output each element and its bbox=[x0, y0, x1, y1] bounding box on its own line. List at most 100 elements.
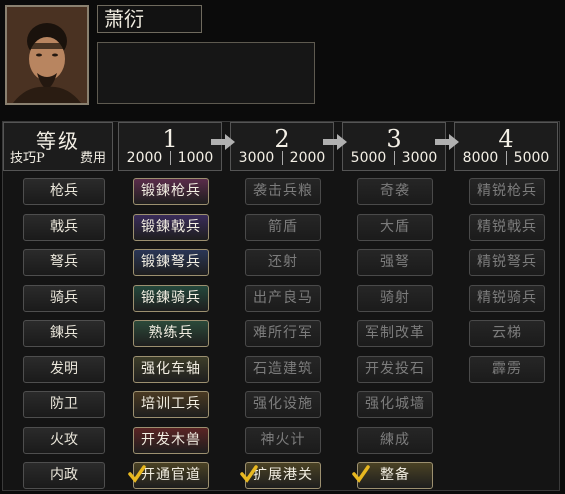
tech-label: 强弩 bbox=[380, 254, 410, 270]
tech-button[interactable]: 精锐骑兵 bbox=[469, 284, 545, 312]
tech-label: 强化城墙 bbox=[365, 396, 425, 412]
tech-button[interactable]: 練成 bbox=[357, 426, 433, 454]
tech-button[interactable]: 开发木兽 bbox=[133, 426, 209, 454]
category-label: 鍊兵 bbox=[23, 320, 105, 347]
tech-label: 开通官道 bbox=[141, 467, 201, 483]
category-label: 戟兵 bbox=[23, 213, 105, 241]
tech-row: 弩兵 锻鍊弩兵 还射 强弩 精锐弩兵 bbox=[3, 245, 559, 281]
tech-button[interactable]: 还射 bbox=[245, 249, 321, 276]
tech-label: 石造建筑 bbox=[253, 360, 313, 377]
tech-button[interactable]: 石造建筑 bbox=[245, 355, 321, 383]
tech-button[interactable]: 难所行军 bbox=[245, 320, 321, 347]
tech-label: 奇袭 bbox=[380, 183, 410, 199]
category-label: 枪兵 bbox=[23, 178, 105, 205]
tech-button[interactable]: 锻鍊弩兵 bbox=[133, 249, 209, 276]
tech-button[interactable]: 开发投石 bbox=[357, 355, 433, 383]
tech-button[interactable]: 扩展港关 bbox=[240, 462, 321, 489]
cost-label: 费用 bbox=[79, 151, 106, 166]
tech-button[interactable]: 出产良马 bbox=[245, 284, 321, 312]
tech-button[interactable]: 云梯 bbox=[469, 320, 545, 347]
tech-label: 熟练兵 bbox=[148, 325, 194, 341]
tech-button[interactable]: 奇袭 bbox=[357, 178, 433, 205]
tech-button[interactable]: 神火计 bbox=[245, 426, 321, 454]
tech-label: 箭盾 bbox=[268, 218, 298, 235]
tech-button[interactable]: 精锐弩兵 bbox=[469, 249, 545, 276]
checkmark-icon bbox=[352, 465, 370, 483]
general-portrait bbox=[5, 5, 89, 105]
tech-label: 骑射 bbox=[380, 289, 410, 306]
level-number: 2 bbox=[274, 125, 290, 153]
tech-button[interactable]: 熟练兵 bbox=[133, 320, 209, 347]
tech-button[interactable]: 箭盾 bbox=[245, 213, 321, 241]
tech-label: 强化车轴 bbox=[141, 360, 201, 377]
tech-label: 出产良马 bbox=[253, 289, 313, 306]
tech-table: 等级 技巧P 费用 1 2000 1000 2 3000 2000 3 5000 30… bbox=[2, 121, 560, 491]
tech-row: 发明 强化车轴 石造建筑 开发投石 霹雳 bbox=[3, 352, 559, 388]
tech-label: 锻鍊戟兵 bbox=[141, 218, 201, 235]
tech-button[interactable]: 强化车轴 bbox=[133, 355, 209, 383]
tech-label: 开发木兽 bbox=[141, 431, 201, 448]
tech-button[interactable]: 精锐戟兵 bbox=[469, 213, 545, 241]
tech-label: 神火计 bbox=[260, 431, 306, 448]
level-header: 等级 技巧P 费用 bbox=[3, 122, 113, 171]
tech-cost: 8000 bbox=[462, 150, 499, 166]
tech-button[interactable]: 袭击兵粮 bbox=[245, 178, 321, 205]
tech-label: 精锐枪兵 bbox=[477, 183, 537, 199]
tech-row: 戟兵 锻鍊戟兵 箭盾 大盾 精锐戟兵 bbox=[3, 210, 559, 246]
tech-button[interactable]: 强弩 bbox=[357, 249, 433, 276]
gold-cost: 1000 bbox=[177, 150, 214, 166]
tech-label: 难所行军 bbox=[253, 325, 313, 341]
tech-button[interactable]: 开通官道 bbox=[128, 462, 209, 489]
tech-label: 霹雳 bbox=[492, 360, 522, 377]
tech-label: 精锐弩兵 bbox=[477, 254, 537, 270]
tech-button[interactable]: 骑射 bbox=[357, 284, 433, 312]
checkmark-icon bbox=[128, 465, 146, 483]
tech-label: 军制改革 bbox=[365, 325, 425, 341]
tech-button[interactable]: 军制改革 bbox=[357, 320, 433, 347]
tech-label: 練成 bbox=[380, 431, 410, 448]
tech-button[interactable]: 整备 bbox=[352, 462, 433, 489]
tech-row: 骑兵 锻鍊骑兵 出产良马 骑射 精锐骑兵 bbox=[3, 281, 559, 317]
checkmark-icon bbox=[240, 465, 258, 483]
tech-row: 火攻 开发木兽 神火计 練成 bbox=[3, 423, 559, 459]
tech-row: 防卫 培训工兵 强化设施 强化城墙 bbox=[3, 387, 559, 423]
tech-label: 锻鍊骑兵 bbox=[141, 289, 201, 306]
tech-label: 开发投石 bbox=[365, 360, 425, 377]
tech-label: 强化设施 bbox=[253, 396, 313, 412]
tech-button[interactable]: 大盾 bbox=[357, 213, 433, 241]
tech-label: 大盾 bbox=[380, 218, 410, 235]
category-label: 发明 bbox=[23, 355, 105, 383]
category-label: 防卫 bbox=[23, 391, 105, 418]
category-label: 火攻 bbox=[23, 426, 105, 454]
level-4-header: 4 8000 5000 bbox=[454, 122, 558, 171]
tech-label: 锻鍊弩兵 bbox=[141, 254, 201, 270]
tech-row: 内政 开通官道 扩展港关 整备 bbox=[3, 458, 559, 494]
tech-row: 枪兵 锻鍊枪兵 袭击兵粮 奇袭 精锐枪兵 bbox=[3, 174, 559, 210]
tech-label: 培训工兵 bbox=[141, 396, 201, 412]
tech-button[interactable]: 锻鍊枪兵 bbox=[133, 178, 209, 205]
tech-button[interactable]: 强化设施 bbox=[245, 391, 321, 418]
gold-cost: 3000 bbox=[401, 150, 438, 166]
tech-button[interactable]: 强化城墙 bbox=[357, 391, 433, 418]
tech-button[interactable]: 精锐枪兵 bbox=[469, 178, 545, 205]
tech-label: 整备 bbox=[380, 467, 410, 483]
portrait-image bbox=[7, 7, 87, 103]
tech-button[interactable]: 锻鍊戟兵 bbox=[133, 213, 209, 241]
category-label: 弩兵 bbox=[23, 249, 105, 276]
tech-label: 精锐骑兵 bbox=[477, 289, 537, 306]
tech-cost: 2000 bbox=[126, 150, 163, 166]
tech-button[interactable]: 霹雳 bbox=[469, 355, 545, 383]
level-number: 3 bbox=[386, 125, 402, 153]
arrow-right-icon bbox=[435, 134, 459, 150]
level-1-header: 1 2000 1000 bbox=[118, 122, 222, 171]
gold-cost: 2000 bbox=[289, 150, 326, 166]
level-number: 4 bbox=[498, 125, 514, 153]
tech-button[interactable]: 锻鍊骑兵 bbox=[133, 284, 209, 312]
tech-cost: 5000 bbox=[350, 150, 387, 166]
category-label: 内政 bbox=[23, 462, 105, 489]
tech-label: 精锐戟兵 bbox=[477, 218, 537, 235]
arrow-right-icon bbox=[211, 134, 235, 150]
tech-row: 鍊兵 熟练兵 难所行军 军制改革 云梯 bbox=[3, 316, 559, 352]
level-3-header: 3 5000 3000 bbox=[342, 122, 446, 171]
tech-button[interactable]: 培训工兵 bbox=[133, 391, 209, 418]
